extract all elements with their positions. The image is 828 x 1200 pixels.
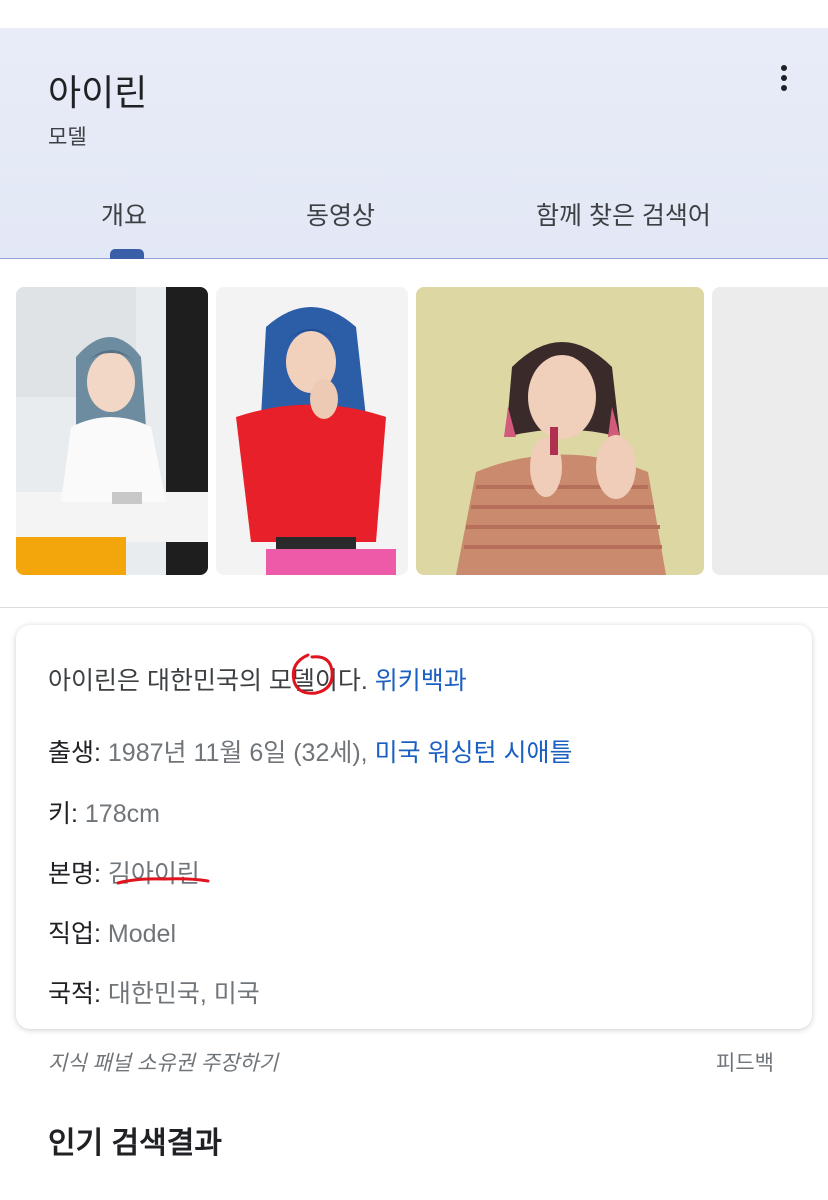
- photo-4[interactable]: [712, 287, 828, 575]
- entity-subtitle: 모델: [48, 126, 87, 149]
- fact-value: 178cm: [84, 800, 160, 828]
- popular-results-heading: 인기 검색결과: [48, 1127, 222, 1160]
- red-underline-annotation: [116, 877, 210, 885]
- fact-label: 국적:: [48, 980, 101, 1008]
- fact-label: 직업:: [48, 920, 101, 948]
- tab-selected-indicator: [110, 249, 144, 259]
- fact-height: 키: 178cm: [48, 794, 160, 830]
- birthplace-link[interactable]: 미국 워싱턴 시애틀: [375, 739, 573, 767]
- more-vert-icon[interactable]: [768, 58, 800, 98]
- section-divider: [0, 607, 828, 608]
- fact-value: 대한민국, 미국: [107, 980, 260, 1008]
- fact-label: 키:: [48, 800, 78, 828]
- feedback-link[interactable]: 피드백: [716, 1047, 774, 1077]
- fact-value: Model: [107, 920, 176, 948]
- fact-label: 본명:: [48, 860, 101, 888]
- tab-overview[interactable]: 개요: [101, 196, 147, 232]
- red-circle-annotation: [291, 653, 334, 695]
- claim-panel-link[interactable]: 지식 패널 소유권 주장하기: [48, 1047, 278, 1077]
- image-carousel[interactable]: [0, 287, 828, 575]
- photo-3[interactable]: [416, 287, 704, 575]
- entity-description: 아이린은 대한민국의 모델이다. 위키백과: [48, 661, 467, 697]
- fact-label: 출생:: [48, 739, 101, 767]
- entity-title: 아이린: [48, 72, 148, 113]
- info-card: 아이린은 대한민국의 모델이다. 위키백과 출생: 1987년 11월 6일 (…: [16, 625, 812, 1029]
- wikipedia-link[interactable]: 위키백과: [375, 667, 467, 695]
- fact-occupation: 직업: Model: [48, 914, 176, 950]
- tab-related-searches[interactable]: 함께 찾은 검색어: [536, 196, 711, 232]
- tab-videos[interactable]: 동영상: [306, 196, 375, 232]
- knowledge-panel-header: 아이린 모델 개요 동영상 함께 찾은 검색어: [0, 28, 828, 259]
- photo-1[interactable]: [16, 287, 208, 575]
- fact-birth: 출생: 1987년 11월 6일 (32세), 미국 워싱턴 시애틀: [48, 733, 572, 769]
- photo-2[interactable]: [216, 287, 408, 575]
- fact-value: 1987년 11월 6일 (32세),: [107, 739, 368, 767]
- fact-nationality: 국적: 대한민국, 미국: [48, 974, 260, 1010]
